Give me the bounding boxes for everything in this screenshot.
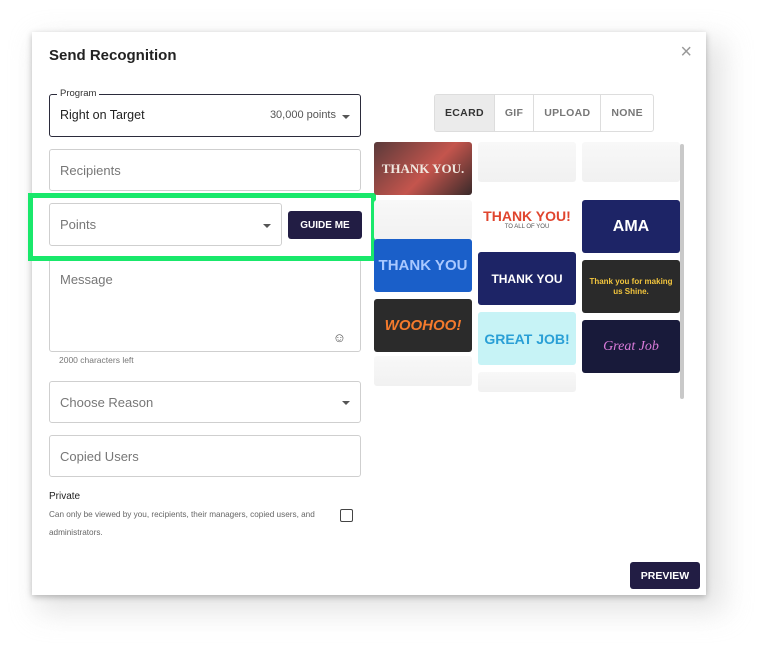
dialog-title: Send Recognition <box>49 47 177 64</box>
program-label: Program <box>57 88 100 99</box>
ecard-text: AMA <box>612 217 650 235</box>
reason-placeholder: Choose Reason <box>60 395 154 410</box>
ecard-text: Thank you for making us Shine. <box>589 276 673 296</box>
ecard-text: WOOHOO! <box>384 317 462 334</box>
recipients-placeholder: Recipients <box>60 163 121 178</box>
ecard-woohoo[interactable]: WOOHOO! <box>374 299 472 352</box>
tab-ecard[interactable]: ECARD <box>435 95 495 131</box>
points-select[interactable]: Points <box>49 203 282 246</box>
ecard-thank-you-photo[interactable]: THANK YOU. <box>374 142 472 195</box>
ecard-text: THANK YOU! <box>483 207 571 224</box>
ecard-text: THANK YOU <box>491 271 563 286</box>
program-points: 30,000 points <box>269 109 336 121</box>
close-icon[interactable]: × <box>680 42 692 62</box>
ecard-subtext: TO ALL OF YOU <box>504 223 550 230</box>
ecard-gallery: THANK YOU. THANK YOU WOOHOO! THANK YOU! … <box>374 142 684 392</box>
points-placeholder: Points <box>60 217 97 232</box>
ecard-placeholder <box>374 356 472 386</box>
preview-button[interactable]: PREVIEW <box>630 562 700 589</box>
recipients-input[interactable]: Recipients <box>49 149 361 191</box>
program-value: Right on Target <box>60 108 145 122</box>
tab-none[interactable]: NONE <box>601 95 653 131</box>
ecard-placeholder <box>374 200 472 240</box>
ecard-text: Great Job <box>603 338 659 354</box>
chevron-down-icon <box>263 224 271 228</box>
tab-upload[interactable]: UPLOAD <box>534 95 602 131</box>
tab-gif[interactable]: GIF <box>495 95 535 131</box>
private-description: Can only be viewed by you, recipients, t… <box>49 510 315 537</box>
ecard-text: THANK YOU. <box>381 160 465 176</box>
ecard-thank-you-all[interactable]: THANK YOU! TO ALL OF YOU <box>478 192 576 245</box>
ecard-shine[interactable]: Thank you for making us Shine. <box>582 260 680 313</box>
chevron-down-icon <box>342 115 350 119</box>
ecard-thank-you-navy[interactable]: THANK YOU <box>478 252 576 305</box>
ecard-great-job-neon[interactable]: Great Job <box>582 320 680 373</box>
choose-reason-select[interactable]: Choose Reason <box>49 381 361 423</box>
attachment-tabs: ECARD GIF UPLOAD NONE <box>434 94 654 132</box>
guide-me-button[interactable]: GUIDE ME <box>288 211 362 239</box>
ecard-placeholder <box>478 372 576 392</box>
emoji-icon[interactable]: ☺ <box>333 330 346 345</box>
ecard-text: THANK YOU <box>378 256 468 274</box>
copied-placeholder: Copied Users <box>60 449 139 464</box>
ecard-thank-you-blue[interactable]: THANK YOU <box>374 239 472 292</box>
ecard-placeholder <box>478 142 576 182</box>
program-select[interactable]: Program Right on Target 30,000 points <box>49 88 361 137</box>
private-label: Private <box>49 491 81 502</box>
chevron-down-icon <box>342 401 350 405</box>
private-checkbox[interactable] <box>340 509 353 522</box>
ecard-ama[interactable]: AMA <box>582 200 680 253</box>
ecard-text: GREAT JOB! <box>484 330 570 347</box>
gallery-scrollbar[interactable] <box>680 144 684 399</box>
copied-users-input[interactable]: Copied Users <box>49 435 361 477</box>
message-placeholder: Message <box>60 272 113 287</box>
characters-left: 2000 characters left <box>59 355 134 365</box>
message-textarea[interactable]: Message ☺ <box>49 258 361 352</box>
ecard-placeholder <box>582 142 680 182</box>
ecard-great-job[interactable]: GREAT JOB! <box>478 312 576 365</box>
send-recognition-dialog: Send Recognition × Program Right on Targ… <box>28 32 706 595</box>
